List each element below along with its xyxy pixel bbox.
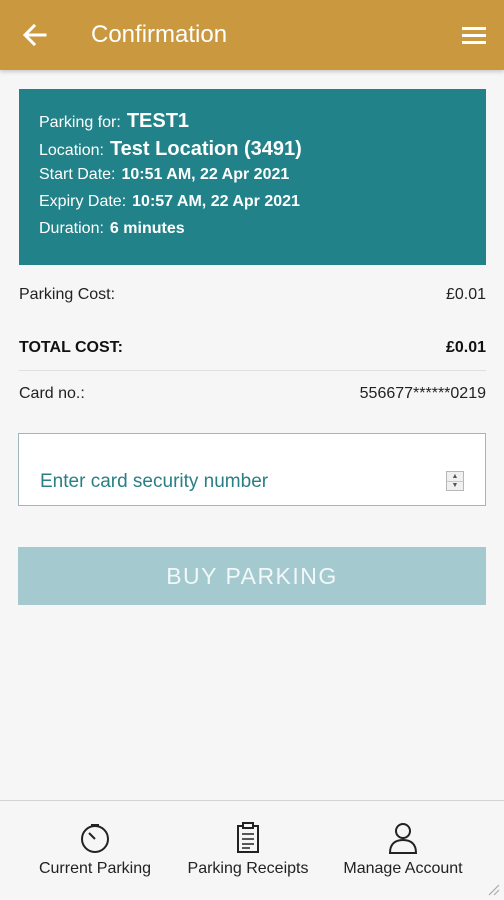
app-header: Confirmation [0,0,504,70]
parking-for-label: Parking for: [39,114,121,131]
card-number-label: Card no.: [19,385,85,402]
nav-label-parking-receipts: Parking Receipts [187,860,309,877]
resize-grip-icon [488,884,500,896]
stepper-down-icon[interactable]: ▼ [447,480,463,491]
divider [19,370,486,371]
nav-parking-receipts[interactable]: Parking Receipts [182,801,314,900]
duration-value: 6 minutes [109,220,185,237]
parking-summary-box: Parking for: TEST1 Location: Test Locati… [19,89,486,265]
expiry-date-line: Expiry Date: 10:57 AM, 22 Apr 2021 [39,193,486,220]
total-cost-value: £0.01 [445,339,486,356]
arrow-left-icon [23,24,47,46]
duration-label: Duration: [39,220,104,237]
location-label: Location: [39,142,104,159]
back-button[interactable] [18,19,52,51]
nav-manage-account[interactable]: Manage Account [336,801,470,900]
parking-for-value: TEST1 [126,110,190,132]
clock-icon [79,821,111,855]
page-title: Confirmation [91,21,228,48]
duration-line: Duration: 6 minutes [39,220,486,247]
parking-cost-row: Parking Cost: £0.01 [19,283,486,307]
menu-button[interactable] [460,21,488,49]
location-value: Test Location (3491) [109,138,302,160]
hamburger-menu-icon [462,27,486,44]
buy-parking-button[interactable]: BUY PARKING [18,547,486,605]
receipt-icon [235,821,261,855]
start-date-value: 10:51 AM, 22 Apr 2021 [121,166,290,183]
stepper-up-icon[interactable]: ▲ [447,472,463,481]
number-stepper[interactable]: ▲ ▼ [446,471,464,491]
start-date-line: Start Date: 10:51 AM, 22 Apr 2021 [39,166,486,193]
total-cost-label: TOTAL COST: [19,339,123,356]
bottom-navigation: Current Parking Parking Receipts Manage … [0,800,504,900]
card-number-row: Card no.: 556677******0219 [19,382,486,406]
card-security-input[interactable] [19,434,439,505]
parking-for-line: Parking for: TEST1 [39,110,486,138]
expiry-date-value: 10:57 AM, 22 Apr 2021 [132,193,300,210]
total-cost-row: TOTAL COST: £0.01 [19,336,486,360]
user-icon [388,821,418,855]
nav-label-current-parking: Current Parking [38,860,152,877]
location-line: Location: Test Location (3491) [39,138,486,166]
nav-label-manage-account: Manage Account [343,860,463,877]
expiry-date-label: Expiry Date: [39,193,127,210]
card-security-field: ▲ ▼ [18,433,486,506]
start-date-label: Start Date: [39,166,116,183]
card-number-value: 556677******0219 [359,385,486,402]
nav-current-parking[interactable]: Current Parking [30,801,160,900]
parking-cost-value: £0.01 [445,286,486,303]
parking-cost-label: Parking Cost: [19,286,116,303]
